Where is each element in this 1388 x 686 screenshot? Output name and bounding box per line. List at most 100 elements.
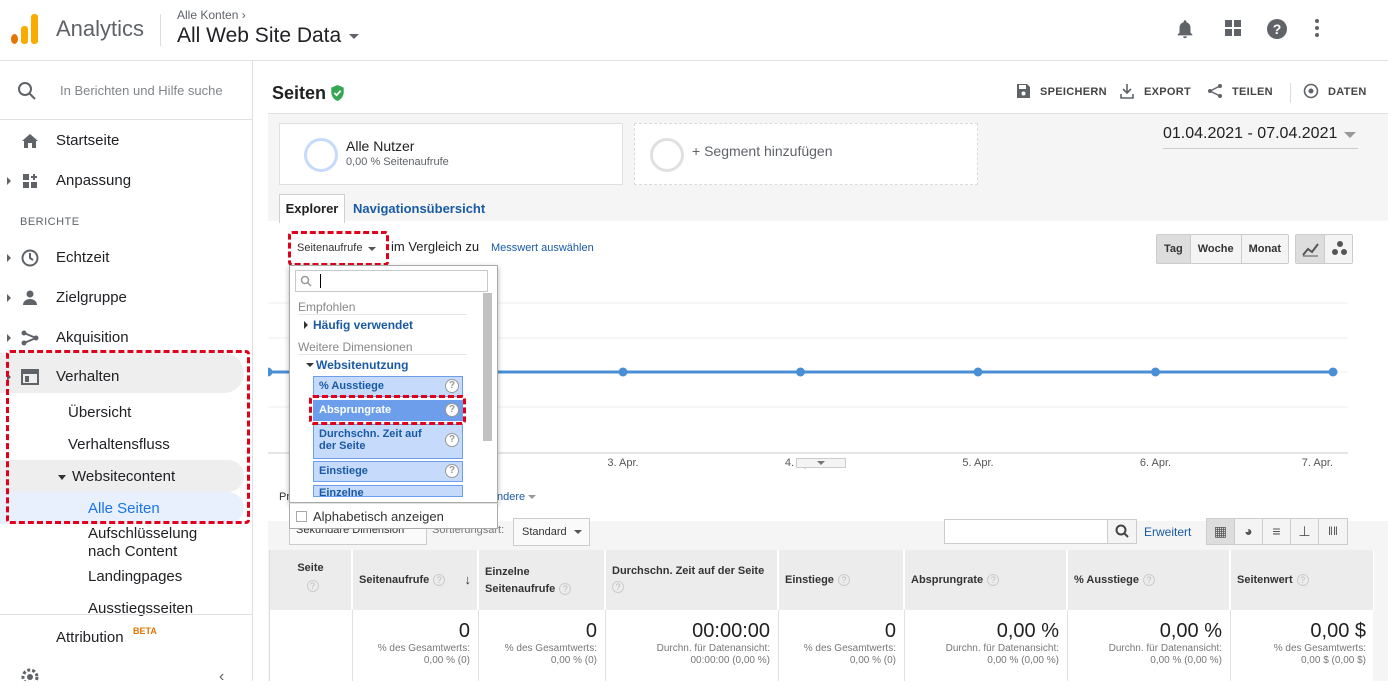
help-icon[interactable]: ?	[1143, 574, 1156, 587]
breadcrumb[interactable]: Alle Konten ›	[177, 8, 246, 22]
insights-icon	[1303, 83, 1319, 99]
total-value: 0,00 $	[1310, 620, 1366, 642]
segment-all-users[interactable]: Alle Nutzer 0,00 % Seitenaufrufe	[279, 123, 623, 185]
granularity-month[interactable]: Monat	[1242, 235, 1288, 263]
data-point[interactable]	[268, 367, 273, 377]
comparison-view-icon[interactable]: ⊥	[1291, 519, 1319, 544]
sidebar-item-audience[interactable]: Zielgruppe	[0, 286, 253, 310]
table-header-page[interactable]: Seite?	[270, 550, 352, 610]
tab-navigation-summary[interactable]: Navigationsübersicht	[353, 201, 485, 216]
dropdown-item-avg-time[interactable]: Durchschn. Zeit auf der Seite?	[313, 424, 463, 459]
sidebar-item-content-drilldown[interactable]: Aufschlüsselung nach Content	[88, 525, 218, 561]
more-vert-icon[interactable]	[1305, 18, 1329, 42]
pie-view-icon[interactable]: ◕	[1235, 519, 1263, 544]
help-icon[interactable]: ?	[559, 583, 572, 596]
help-icon[interactable]: ?	[445, 403, 459, 417]
dropdown-item-exit-rate[interactable]: % Ausstiege?	[313, 376, 463, 397]
help-icon[interactable]: ?	[306, 580, 319, 592]
chart-resize-handle[interactable]	[796, 458, 846, 468]
granularity-day[interactable]: Tag	[1157, 235, 1191, 263]
dropdown-caret-icon	[528, 495, 537, 500]
sidebar-item-attribution[interactable]: Attribution BETA	[0, 626, 253, 650]
sidebar-item-site-content[interactable]: Websitecontent	[58, 468, 175, 485]
table-header-page-value[interactable]: Seitenwert?	[1231, 550, 1374, 610]
share-icon	[1208, 84, 1222, 98]
advanced-filter-link[interactable]: Erweitert	[1144, 525, 1191, 539]
dropdown-group-more: Weitere Dimensionen	[298, 340, 413, 354]
help-icon[interactable]: ?	[837, 574, 850, 587]
line-chart-icon[interactable]	[1296, 235, 1325, 263]
date-range-picker[interactable]: 01.04.2021 - 07.04.2021	[1163, 125, 1358, 149]
help-icon[interactable]: ?	[1296, 574, 1309, 587]
breadcrumb-text[interactable]: Alle Konten	[177, 8, 238, 22]
table-header-exit-rate[interactable]: % Ausstiege?	[1068, 550, 1230, 610]
dropdown-item-bounce-rate[interactable]: Absprungrate?	[313, 400, 463, 421]
segment-subtitle: 0,00 % Seitenaufrufe	[346, 156, 449, 168]
help-icon[interactable]: ?	[445, 464, 459, 478]
sidebar-item-landing-pages[interactable]: Landingpages	[88, 568, 182, 585]
help-icon[interactable]: ?	[433, 574, 446, 587]
data-point[interactable]	[618, 367, 628, 377]
motion-chart-icon[interactable]	[1325, 235, 1353, 263]
table-header-entrances[interactable]: Einstiege?	[779, 550, 904, 610]
metric-selected-label: Seitenaufrufe	[297, 242, 363, 254]
help-icon[interactable]: ?	[612, 581, 624, 593]
granularity-week[interactable]: Woche	[1191, 235, 1242, 263]
property-name[interactable]: All Web Site Data	[177, 24, 341, 47]
table-view-icon[interactable]: ▦	[1207, 519, 1235, 544]
data-point[interactable]	[1151, 367, 1160, 377]
metric-select[interactable]: Seitenaufrufe	[291, 237, 385, 261]
expand-arrow-icon	[7, 177, 11, 185]
bell-icon[interactable]	[1173, 18, 1197, 42]
tab-explorer[interactable]: Explorer	[279, 194, 345, 223]
expand-arrow-icon	[7, 254, 11, 262]
sidebar-item-overview[interactable]: Übersicht	[68, 404, 131, 421]
sidebar-item-home[interactable]: Startseite	[0, 129, 253, 153]
share-button[interactable]: TEILEN	[1208, 84, 1273, 98]
insights-button[interactable]: DATEN	[1303, 83, 1367, 99]
sidebar-item-acquisition[interactable]: Akquisition	[0, 326, 253, 350]
collapse-sidebar-icon[interactable]: ‹	[219, 668, 224, 686]
pivot-view-icon[interactable]: ‖‖	[1319, 519, 1347, 544]
sidebar-item-behavior-flow[interactable]: Verhaltensfluss	[68, 436, 170, 453]
export-button[interactable]: EXPORT	[1120, 84, 1192, 99]
data-point[interactable]	[973, 367, 983, 377]
help-icon[interactable]: ?	[445, 379, 459, 393]
table-header-unique-pageviews[interactable]: Einzelne Seitenaufrufe?	[479, 550, 605, 610]
sidebar-item-customization[interactable]: Anpassung	[0, 169, 253, 193]
table-header-avg-time[interactable]: Durchschn. Zeit auf der Seite?	[606, 550, 778, 610]
apps-icon[interactable]	[1221, 18, 1245, 42]
property-selector[interactable]: All Web Site Data	[177, 24, 360, 48]
help-icon[interactable]: ?	[987, 574, 1000, 587]
save-button[interactable]: SPEICHERN	[1017, 84, 1107, 98]
choose-metric-link[interactable]: Messwert auswählen	[491, 242, 594, 254]
dropdown-item-entrances[interactable]: Einstiege?	[313, 461, 463, 482]
help-icon[interactable]: ?	[445, 433, 459, 447]
dropdown-group-frequent[interactable]: Häufig verwendet	[304, 318, 413, 332]
help-icon[interactable]: ?	[1265, 18, 1289, 42]
other-dimension-link[interactable]: ndere	[497, 491, 537, 503]
add-segment-button[interactable]: + Segment hinzufügen	[634, 123, 978, 185]
analytics-logo[interactable]	[11, 14, 39, 44]
table-header-bounce-rate[interactable]: Absprungrate?	[905, 550, 1067, 610]
data-point[interactable]	[796, 367, 805, 377]
sidebar-item-behavior[interactable]: Verhalten	[0, 365, 253, 389]
table-search-button[interactable]	[1107, 519, 1137, 544]
data-point[interactable]	[1328, 367, 1338, 377]
search-input[interactable]: In Berichten und Hilfe suche	[60, 83, 223, 98]
performance-view-icon[interactable]: ≡	[1263, 519, 1291, 544]
sort-arrow-icon[interactable]: ↓	[465, 572, 472, 587]
sidebar-item-realtime[interactable]: Echtzeit	[0, 246, 253, 270]
sidebar-item-all-pages[interactable]: Alle Seiten	[88, 500, 160, 517]
sidebar-search[interactable]: In Berichten und Hilfe suche	[0, 61, 253, 120]
sort-type-select[interactable]: Standard	[513, 518, 590, 546]
alphabetic-checkbox[interactable]	[296, 511, 307, 522]
settings-gear-icon[interactable]	[20, 667, 40, 681]
dropdown-group-site-usage[interactable]: Websitenutzung	[306, 358, 408, 372]
table-search-input[interactable]	[944, 519, 1109, 544]
dropdown-item-unique[interactable]: Einzelne	[313, 485, 463, 497]
export-label: EXPORT	[1144, 86, 1192, 98]
table-header-pageviews[interactable]: Seitenaufrufe? ↓	[353, 550, 478, 610]
dropdown-scrollbar[interactable]	[483, 293, 492, 441]
dropdown-search-input[interactable]	[295, 270, 488, 292]
